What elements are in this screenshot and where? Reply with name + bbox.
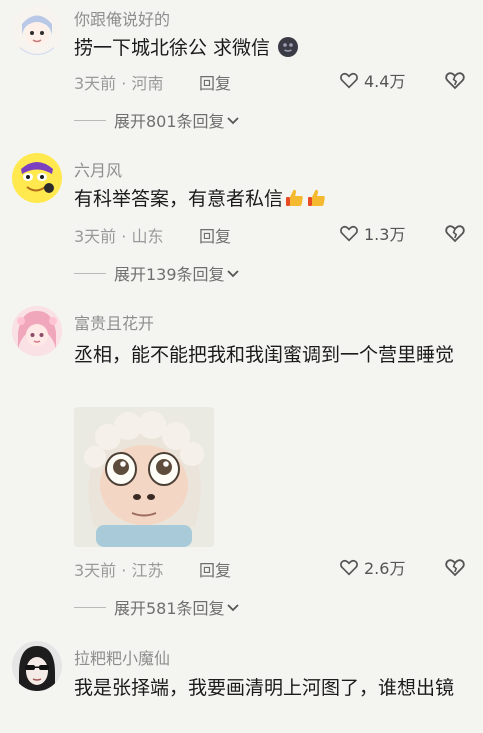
like-button[interactable]: 1.3万 <box>338 221 405 245</box>
broken-heart-icon <box>445 225 465 243</box>
heart-icon <box>340 559 358 576</box>
expand-line <box>74 606 106 608</box>
expand-label: 展开581条回复 <box>114 599 225 618</box>
avatar[interactable] <box>12 153 62 203</box>
reply-button[interactable]: 回复 <box>199 557 231 581</box>
comment-time: 3天前 <box>74 227 117 246</box>
thumbs-up-icon <box>307 187 327 207</box>
comment-list: 你跟俺说好的 捞一下城北徐公 求微信 3天前 · 河南 回复 4.4万 展开80… <box>0 0 483 733</box>
comment-text: 丞相，能不能把我和我闺蜜调到一个营里睡觉 <box>74 344 455 366</box>
broken-heart-icon <box>445 72 465 90</box>
avatar[interactable] <box>12 5 62 55</box>
username[interactable]: 富贵且花开 <box>74 310 154 334</box>
username[interactable]: 你跟俺说好的 <box>74 6 170 30</box>
comment-text: 我是张择端，我要画清明上河图了，谁想出镜 <box>74 677 455 699</box>
comment-text: 有科举答案，有意者私信 <box>74 184 464 214</box>
username[interactable]: 六月风 <box>74 157 122 181</box>
like-button[interactable]: 4.4万 <box>338 68 405 92</box>
lamb-face-sticker[interactable] <box>74 407 214 547</box>
expand-line <box>74 272 106 274</box>
username[interactable]: 拉粑粑小魔仙 <box>74 645 170 669</box>
face-emoji-icon <box>278 36 299 57</box>
chevron-down-icon <box>226 270 239 278</box>
expand-label: 展开139条回复 <box>114 265 225 284</box>
like-button[interactable]: 2.6万 <box>338 555 405 579</box>
meta-separator: · <box>121 227 132 246</box>
comment-text-content: 捞一下城北徐公 求微信 <box>74 37 277 59</box>
comment-text: 捞一下城北徐公 求微信 <box>74 33 464 63</box>
like-count: 1.3万 <box>364 225 406 244</box>
comment-time: 3天前 <box>74 74 117 93</box>
dislike-button[interactable] <box>443 68 467 92</box>
comment-location: 江苏 <box>131 561 164 580</box>
expand-replies-button[interactable]: 展开139条回复 <box>74 262 241 284</box>
avatar[interactable] <box>12 641 62 691</box>
expand-replies-button[interactable]: 展开581条回复 <box>74 596 241 618</box>
meta-separator: · <box>121 561 132 580</box>
comment-meta: 3天前 · 河南 <box>74 70 163 94</box>
comment-time: 3天前 <box>74 561 117 580</box>
dislike-button[interactable] <box>443 555 467 579</box>
comment-meta: 3天前 · 江苏 <box>74 557 163 581</box>
expand-line <box>74 119 106 121</box>
chevron-down-icon <box>226 117 239 125</box>
thumbs-up-icon <box>285 187 305 207</box>
expand-label: 展开801条回复 <box>114 112 225 131</box>
heart-icon <box>340 225 358 242</box>
comment-location: 山东 <box>131 227 164 246</box>
heart-icon <box>340 72 358 89</box>
comment-meta: 3天前 · 山东 <box>74 223 163 247</box>
like-count: 4.4万 <box>364 72 406 91</box>
reply-button[interactable]: 回复 <box>199 70 231 94</box>
reply-button[interactable]: 回复 <box>199 223 231 247</box>
chevron-down-icon <box>226 604 239 612</box>
comment-text-content: 有科举答案，有意者私信 <box>74 188 284 210</box>
expand-replies-button[interactable]: 展开801条回复 <box>74 109 241 131</box>
meta-separator: · <box>121 74 132 93</box>
avatar[interactable] <box>12 306 62 356</box>
comment-location: 河南 <box>131 74 164 93</box>
like-count: 2.6万 <box>364 559 406 578</box>
broken-heart-icon <box>445 559 465 577</box>
dislike-button[interactable] <box>443 221 467 245</box>
